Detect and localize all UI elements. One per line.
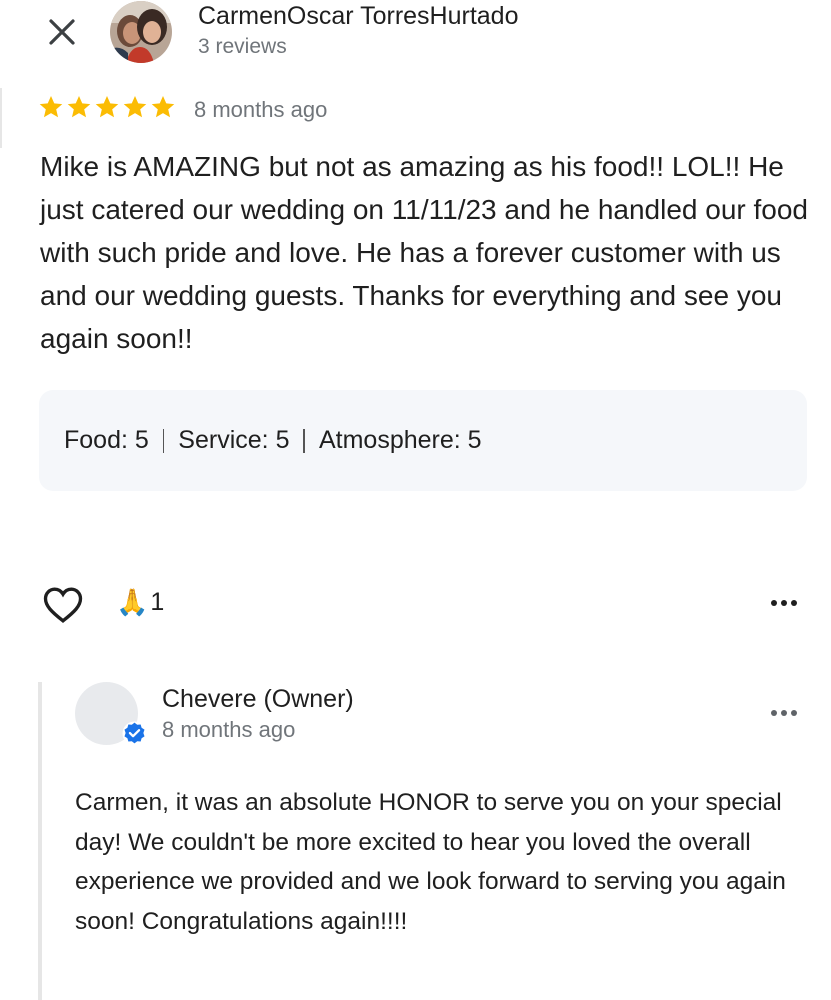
reply-thread-line (38, 682, 42, 1000)
star-icon (123, 95, 147, 118)
star-icon (39, 95, 63, 118)
reaction-count: 1 (150, 587, 165, 616)
subrating-divider (303, 428, 305, 453)
subrating-label: Atmosphere: (318, 426, 461, 454)
owner-reply-date: 8 months ago (162, 717, 296, 742)
subrating-atmosphere: Atmosphere: 5 (319, 426, 482, 455)
star-icon (95, 95, 119, 118)
subrating-food: Food: 5 (64, 426, 149, 455)
more-horizontal-icon (771, 710, 797, 716)
subrating-service: Service: 5 (178, 426, 289, 455)
reviewer-photo (110, 1, 172, 63)
subrating-value: 5 (275, 426, 290, 454)
left-edge-divider (0, 88, 2, 148)
subrating-value: 5 (134, 426, 149, 454)
reply-more-options-button[interactable] (764, 698, 804, 728)
praying-hands-icon: 🙏 (116, 587, 149, 617)
reviewer-avatar[interactable] (110, 1, 172, 63)
verified-badge-icon (122, 721, 147, 746)
review-more-options-button[interactable] (764, 588, 804, 618)
star-icon (67, 95, 91, 118)
reviewer-review-count: 3 reviews (198, 35, 287, 58)
star-icon (151, 95, 175, 118)
close-button[interactable] (40, 12, 84, 52)
star-rating (38, 94, 176, 120)
subrating-label: Food: (64, 426, 128, 454)
close-icon (49, 19, 75, 45)
owner-reply-text: Carmen, it was an absolute HONOR to serv… (75, 789, 786, 935)
more-horizontal-icon (771, 600, 797, 606)
review-text: Mike is AMAZING but not as amazing as hi… (40, 151, 808, 354)
heart-outline-icon (43, 587, 83, 623)
like-button[interactable] (40, 582, 86, 628)
reviewer-name[interactable]: CarmenOscar TorresHurtado (198, 1, 518, 31)
subrating-value: 5 (467, 426, 482, 454)
subratings-box: Food: 5 Service: 5 Atmosphere: 5 (39, 390, 807, 491)
review-date: 8 months ago (194, 97, 328, 122)
subrating-label: Service: (178, 426, 269, 454)
owner-name: Chevere (Owner) (162, 685, 354, 713)
subrating-divider (162, 428, 165, 453)
reaction-chip[interactable]: 🙏 1 (116, 584, 164, 620)
